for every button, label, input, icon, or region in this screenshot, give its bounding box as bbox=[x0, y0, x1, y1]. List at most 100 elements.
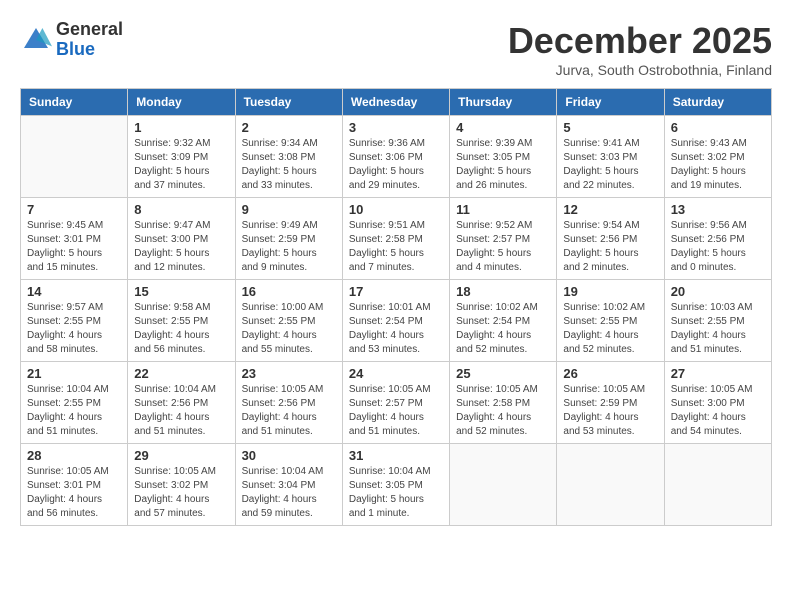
calendar-cell: 3Sunrise: 9:36 AMSunset: 3:06 PMDaylight… bbox=[342, 116, 449, 198]
logo-icon bbox=[20, 24, 52, 56]
calendar-cell: 22 Sunrise: 10:04 AMSunset: 2:56 PMDaylig… bbox=[128, 362, 235, 444]
weekday-header-tuesday: Tuesday bbox=[235, 89, 342, 116]
calendar-cell: 11Sunrise: 9:52 AMSunset: 2:57 PMDayligh… bbox=[450, 198, 557, 280]
calendar-week-1: 1Sunrise: 9:32 AMSunset: 3:09 PMDaylight… bbox=[21, 116, 772, 198]
calendar-header: SundayMondayTuesdayWednesdayThursdayFrid… bbox=[21, 89, 772, 116]
calendar-cell: 9 Sunrise: 9:49 AMSunset: 2:59 PMDaylight… bbox=[235, 198, 342, 280]
day-info: Sunrise: 9:41 AMSunset: 3:03 PMDaylight:… bbox=[563, 137, 657, 193]
calendar-cell: 20Sunrise: 10:03 AMSunset: 2:55 PMDaylig… bbox=[664, 280, 771, 362]
day-number: 31 bbox=[349, 448, 443, 463]
calendar-cell: 12 Sunrise: 9:54 AMSunset: 2:56 PMDayligh… bbox=[557, 198, 664, 280]
logo-text: General Blue bbox=[56, 20, 123, 60]
calendar-body: 1Sunrise: 9:32 AMSunset: 3:09 PMDaylight… bbox=[21, 116, 772, 526]
page-header: General Blue December 2025 Jurva, South … bbox=[20, 20, 772, 78]
day-number: 7 bbox=[27, 202, 121, 217]
calendar-cell: 13 Sunrise: 9:56 AMSunset: 2:56 PMDayligh… bbox=[664, 198, 771, 280]
calendar-cell: 30 Sunrise: 10:04 AMSunset: 3:04 PMDaylig… bbox=[235, 444, 342, 526]
calendar-cell: 28Sunrise: 10:05 AMSunset: 3:01 PMDaylig… bbox=[21, 444, 128, 526]
weekday-header-friday: Friday bbox=[557, 89, 664, 116]
calendar-week-5: 28Sunrise: 10:05 AMSunset: 3:01 PMDaylig… bbox=[21, 444, 772, 526]
calendar-cell bbox=[664, 444, 771, 526]
logo-blue-label: Blue bbox=[56, 40, 123, 60]
calendar-cell: 15 Sunrise: 9:58 AMSunset: 2:55 PMDayligh… bbox=[128, 280, 235, 362]
day-info: Sunrise: 9:56 AMSunset: 2:56 PMDaylight:… bbox=[671, 219, 765, 275]
calendar-cell: 23Sunrise: 10:05 AMSunset: 2:56 PMDaylig… bbox=[235, 362, 342, 444]
day-number: 20 bbox=[671, 284, 765, 299]
calendar-cell: 18 Sunrise: 10:02 AMSunset: 2:54 PMDaylig… bbox=[450, 280, 557, 362]
weekday-header-wednesday: Wednesday bbox=[342, 89, 449, 116]
day-number: 17 bbox=[349, 284, 443, 299]
calendar-cell: 7Sunrise: 9:45 AMSunset: 3:01 PMDaylight… bbox=[21, 198, 128, 280]
calendar-cell: 8 Sunrise: 9:47 AMSunset: 3:00 PMDaylight… bbox=[128, 198, 235, 280]
calendar-week-3: 14Sunrise: 9:57 AMSunset: 2:55 PMDayligh… bbox=[21, 280, 772, 362]
weekday-header-monday: Monday bbox=[128, 89, 235, 116]
calendar-week-2: 7Sunrise: 9:45 AMSunset: 3:01 PMDaylight… bbox=[21, 198, 772, 280]
calendar-cell: 10 Sunrise: 9:51 AMSunset: 2:58 PMDayligh… bbox=[342, 198, 449, 280]
day-number: 2 bbox=[242, 120, 336, 135]
day-info: Sunrise: 10:04 AMSunset: 3:04 PMDaylight… bbox=[242, 465, 336, 521]
day-number: 22 bbox=[134, 366, 228, 381]
day-number: 18 bbox=[456, 284, 550, 299]
day-info: Sunrise: 9:52 AMSunset: 2:57 PMDaylight:… bbox=[456, 219, 550, 275]
day-info: Sunrise: 9:34 AMSunset: 3:08 PMDaylight:… bbox=[242, 137, 336, 193]
day-info: Sunrise: 10:00 AMSunset: 2:55 PMDaylight… bbox=[242, 301, 336, 357]
day-number: 27 bbox=[671, 366, 765, 381]
day-number: 16 bbox=[242, 284, 336, 299]
day-info: Sunrise: 9:54 AMSunset: 2:56 PMDaylight:… bbox=[563, 219, 657, 275]
day-info: Sunrise: 10:05 AMSunset: 3:00 PMDaylight… bbox=[671, 383, 765, 439]
day-info: Sunrise: 10:05 AMSunset: 2:57 PMDaylight… bbox=[349, 383, 443, 439]
day-info: Sunrise: 10:01 AMSunset: 2:54 PMDaylight… bbox=[349, 301, 443, 357]
day-info: Sunrise: 9:36 AMSunset: 3:06 PMDaylight:… bbox=[349, 137, 443, 193]
weekday-header-saturday: Saturday bbox=[664, 89, 771, 116]
day-number: 15 bbox=[134, 284, 228, 299]
calendar-cell: 24 Sunrise: 10:05 AMSunset: 2:57 PMDaylig… bbox=[342, 362, 449, 444]
day-info: Sunrise: 10:04 AMSunset: 2:55 PMDaylight… bbox=[27, 383, 121, 439]
day-info: Sunrise: 9:49 AMSunset: 2:59 PMDaylight:… bbox=[242, 219, 336, 275]
calendar-cell: 25 Sunrise: 10:05 AMSunset: 2:58 PMDaylig… bbox=[450, 362, 557, 444]
calendar-cell: 27 Sunrise: 10:05 AMSunset: 3:00 PMDaylig… bbox=[664, 362, 771, 444]
day-number: 6 bbox=[671, 120, 765, 135]
day-number: 25 bbox=[456, 366, 550, 381]
calendar-cell: 21Sunrise: 10:04 AMSunset: 2:55 PMDaylig… bbox=[21, 362, 128, 444]
day-number: 24 bbox=[349, 366, 443, 381]
day-info: Sunrise: 9:43 AMSunset: 3:02 PMDaylight:… bbox=[671, 137, 765, 193]
day-number: 12 bbox=[563, 202, 657, 217]
day-number: 9 bbox=[242, 202, 336, 217]
location-subtitle: Jurva, South Ostrobothnia, Finland bbox=[508, 62, 772, 78]
weekday-header-thursday: Thursday bbox=[450, 89, 557, 116]
day-info: Sunrise: 10:04 AMSunset: 2:56 PMDaylight… bbox=[134, 383, 228, 439]
calendar-cell: 14Sunrise: 9:57 AMSunset: 2:55 PMDayligh… bbox=[21, 280, 128, 362]
day-info: Sunrise: 10:05 AMSunset: 2:58 PMDaylight… bbox=[456, 383, 550, 439]
day-info: Sunrise: 10:05 AMSunset: 2:56 PMDaylight… bbox=[242, 383, 336, 439]
calendar-cell: 6 Sunrise: 9:43 AMSunset: 3:02 PMDaylight… bbox=[664, 116, 771, 198]
day-info: Sunrise: 9:58 AMSunset: 2:55 PMDaylight:… bbox=[134, 301, 228, 357]
calendar-cell bbox=[450, 444, 557, 526]
day-number: 5 bbox=[563, 120, 657, 135]
calendar-cell: 31Sunrise: 10:04 AMSunset: 3:05 PMDaylig… bbox=[342, 444, 449, 526]
day-info: Sunrise: 9:32 AMSunset: 3:09 PMDaylight:… bbox=[134, 137, 228, 193]
month-title: December 2025 bbox=[508, 20, 772, 62]
day-number: 26 bbox=[563, 366, 657, 381]
title-section: December 2025 Jurva, South Ostrobothnia,… bbox=[508, 20, 772, 78]
day-number: 8 bbox=[134, 202, 228, 217]
calendar-cell: 29Sunrise: 10:05 AMSunset: 3:02 PMDaylig… bbox=[128, 444, 235, 526]
day-info: Sunrise: 10:05 AMSunset: 3:02 PMDaylight… bbox=[134, 465, 228, 521]
calendar-cell: 17 Sunrise: 10:01 AMSunset: 2:54 PMDaylig… bbox=[342, 280, 449, 362]
day-number: 10 bbox=[349, 202, 443, 217]
day-number: 30 bbox=[242, 448, 336, 463]
calendar-cell: 1Sunrise: 9:32 AMSunset: 3:09 PMDaylight… bbox=[128, 116, 235, 198]
day-number: 14 bbox=[27, 284, 121, 299]
day-info: Sunrise: 10:02 AMSunset: 2:54 PMDaylight… bbox=[456, 301, 550, 357]
calendar-table: SundayMondayTuesdayWednesdayThursdayFrid… bbox=[20, 88, 772, 526]
day-info: Sunrise: 10:05 AMSunset: 3:01 PMDaylight… bbox=[27, 465, 121, 521]
day-number: 4 bbox=[456, 120, 550, 135]
weekday-header-sunday: Sunday bbox=[21, 89, 128, 116]
calendar-cell: 16 Sunrise: 10:00 AMSunset: 2:55 PMDaylig… bbox=[235, 280, 342, 362]
day-info: Sunrise: 9:39 AMSunset: 3:05 PMDaylight:… bbox=[456, 137, 550, 193]
calendar-cell: 26Sunrise: 10:05 AMSunset: 2:59 PMDaylig… bbox=[557, 362, 664, 444]
day-number: 13 bbox=[671, 202, 765, 217]
day-info: Sunrise: 10:02 AMSunset: 2:55 PMDaylight… bbox=[563, 301, 657, 357]
day-info: Sunrise: 9:51 AMSunset: 2:58 PMDaylight:… bbox=[349, 219, 443, 275]
calendar-cell bbox=[21, 116, 128, 198]
day-info: Sunrise: 9:47 AMSunset: 3:00 PMDaylight:… bbox=[134, 219, 228, 275]
